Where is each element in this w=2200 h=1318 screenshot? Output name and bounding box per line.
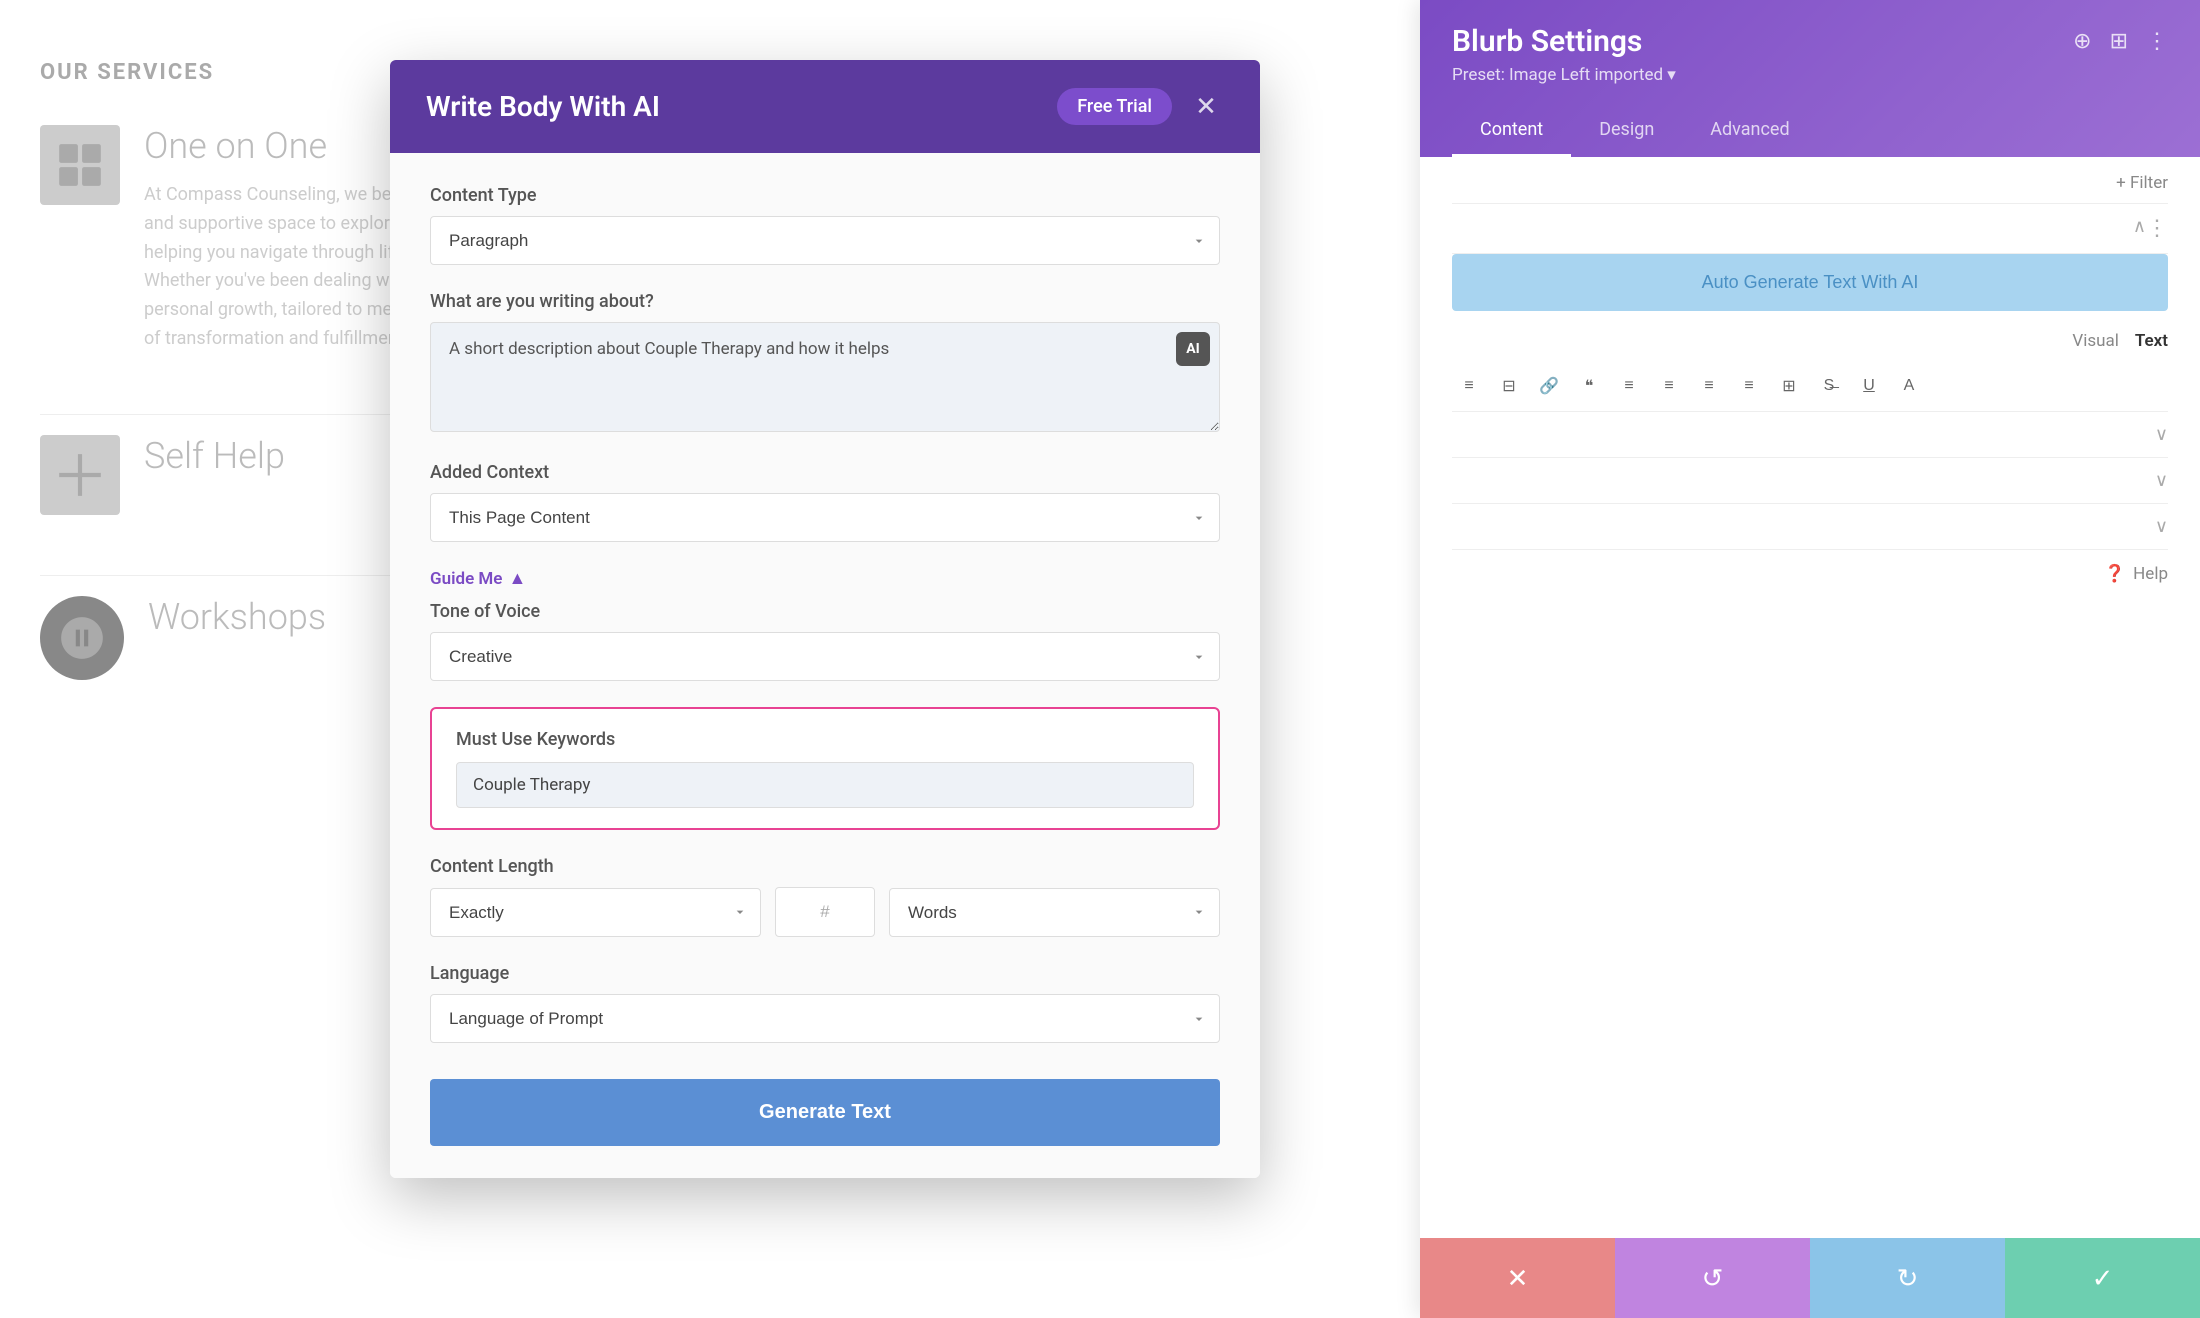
guide-me-link[interactable]: Guide Me ▲ xyxy=(430,568,526,589)
toolbar-underline[interactable]: U xyxy=(1852,369,1886,403)
tone-group: Tone of Voice Creative xyxy=(430,601,1220,681)
added-context-label: Added Context xyxy=(430,462,1220,483)
confirm-button[interactable]: ✓ xyxy=(2005,1238,2200,1318)
blurb-header-icons: ⊕ ⊞ ⋮ xyxy=(2073,29,2168,54)
bottom-action-bar: ✕ ↺ ↻ ✓ xyxy=(1420,1238,2200,1318)
auto-generate-button[interactable]: Auto Generate Text With AI xyxy=(1452,254,2168,311)
toolbar-strikethrough[interactable]: S̶ xyxy=(1812,369,1846,403)
tone-select[interactable]: Creative xyxy=(430,632,1220,681)
undo-button[interactable]: ↺ xyxy=(1615,1238,1810,1318)
free-trial-badge: Free Trial xyxy=(1057,88,1172,125)
one-on-one-icon xyxy=(40,125,120,205)
more-icon[interactable]: ⋮ xyxy=(2146,29,2168,54)
help-icon: ❓ xyxy=(2104,564,2125,584)
content-length-label: Content Length xyxy=(430,856,1220,877)
content-type-select[interactable]: Paragraph xyxy=(430,216,1220,265)
filter-button[interactable]: + Filter xyxy=(2116,173,2168,193)
guide-me-label: Guide Me xyxy=(430,569,502,589)
writing-about-group: What are you writing about? A short desc… xyxy=(430,291,1220,436)
ai-modal-header: Write Body With AI Free Trial ✕ xyxy=(390,60,1260,153)
blurb-content: + Filter ∧ ⋮ Auto Generate Text With AI … xyxy=(1420,157,2200,1315)
tab-advanced[interactable]: Advanced xyxy=(1682,105,1817,157)
writing-about-wrapper: A short description about Couple Therapy… xyxy=(430,322,1220,436)
grid-icon[interactable]: ⊞ xyxy=(2110,29,2128,54)
words-select[interactable]: Words xyxy=(889,888,1220,937)
collapse-row-4: ∨ xyxy=(1452,504,2168,550)
count-input[interactable] xyxy=(775,887,875,937)
content-length-row: Exactly Words xyxy=(430,887,1220,937)
text-toggle[interactable]: Text xyxy=(2135,331,2168,351)
added-context-select[interactable]: This Page Content xyxy=(430,493,1220,542)
cancel-button[interactable]: ✕ xyxy=(1420,1238,1615,1318)
toolbar-text-color[interactable]: A xyxy=(1892,369,1926,403)
collapse-row-1: ∧ ⋮ xyxy=(1452,204,2168,254)
tone-label: Tone of Voice xyxy=(430,601,1220,622)
workshops-content: Workshops xyxy=(148,596,326,652)
close-modal-button[interactable]: ✕ xyxy=(1188,89,1224,125)
keywords-section: Must Use Keywords xyxy=(430,707,1220,830)
language-group: Language Language of Prompt xyxy=(430,963,1220,1043)
self-help-icon xyxy=(40,435,120,515)
blurb-title: Blurb Settings xyxy=(1452,24,1642,59)
generate-text-button[interactable]: Generate Text xyxy=(430,1079,1220,1146)
workshops-icon xyxy=(40,596,124,680)
self-help-title: Self Help xyxy=(144,435,285,477)
ai-corner-icon: AI xyxy=(1176,332,1210,366)
visual-toggle[interactable]: Visual xyxy=(2072,331,2118,351)
content-length-group: Content Length Exactly Words xyxy=(430,856,1220,937)
keywords-label: Must Use Keywords xyxy=(456,729,1194,750)
workshops-title: Workshops xyxy=(148,596,326,638)
toolbar-align-justify[interactable]: ≡ xyxy=(1732,369,1766,403)
chevron-up-icon[interactable]: ∧ xyxy=(2133,216,2146,241)
toolbar-quote[interactable]: ❝ xyxy=(1572,369,1606,403)
collapse-row-2: ∨ xyxy=(1452,412,2168,458)
toolbar-table[interactable]: ⊞ xyxy=(1772,369,1806,403)
chevron-down-icon-3[interactable]: ∨ xyxy=(2155,470,2168,491)
ai-writing-modal: Write Body With AI Free Trial ✕ Content … xyxy=(390,60,1260,1178)
content-type-label: Content Type xyxy=(430,185,1220,206)
help-row: ❓ Help xyxy=(1452,550,2168,598)
language-select[interactable]: Language of Prompt xyxy=(430,994,1220,1043)
blurb-header-top: Blurb Settings ⊕ ⊞ ⋮ xyxy=(1452,24,2168,59)
writing-about-label: What are you writing about? xyxy=(430,291,1220,312)
collapse-row-3: ∨ xyxy=(1452,458,2168,504)
ai-modal-title: Write Body With AI xyxy=(426,90,660,123)
ai-modal-header-right: Free Trial ✕ xyxy=(1057,88,1224,125)
keywords-input[interactable] xyxy=(456,762,1194,808)
added-context-group: Added Context This Page Content xyxy=(430,462,1220,542)
blurb-preset[interactable]: Preset: Image Left imported ▾ xyxy=(1452,65,2168,85)
blurb-tabs: Content Design Advanced xyxy=(1452,105,2168,157)
filter-bar: + Filter xyxy=(1452,157,2168,204)
toolbar-link[interactable]: 🔗 xyxy=(1532,369,1566,403)
visual-text-toggle: Visual Text xyxy=(1452,321,2168,361)
chevron-down-icon-2[interactable]: ∨ xyxy=(2155,424,2168,445)
blurb-header: Blurb Settings ⊕ ⊞ ⋮ Preset: Image Left … xyxy=(1420,0,2200,157)
editor-toolbar: ≡ ⊟ 🔗 ❝ ≡ ≡ ≡ ≡ ⊞ S̶ U A xyxy=(1452,361,2168,412)
ai-modal-body: Content Type Paragraph What are you writ… xyxy=(390,153,1260,1178)
redo-button[interactable]: ↻ xyxy=(1810,1238,2005,1318)
blurb-settings-panel: Blurb Settings ⊕ ⊞ ⋮ Preset: Image Left … xyxy=(1420,0,2200,1318)
tab-design[interactable]: Design xyxy=(1571,105,1682,157)
tab-content[interactable]: Content xyxy=(1452,105,1571,157)
toolbar-ordered-list[interactable]: ⊟ xyxy=(1492,369,1526,403)
language-label: Language xyxy=(430,963,1220,984)
toolbar-align-center[interactable]: ≡ xyxy=(1652,369,1686,403)
guide-me-arrow-icon: ▲ xyxy=(508,568,526,589)
self-help-content: Self Help xyxy=(144,435,285,491)
target-icon[interactable]: ⊕ xyxy=(2073,29,2091,54)
more-options-icon[interactable]: ⋮ xyxy=(2146,216,2168,241)
writing-about-textarea[interactable]: A short description about Couple Therapy… xyxy=(430,322,1220,432)
content-type-group: Content Type Paragraph xyxy=(430,185,1220,265)
help-label: Help xyxy=(2133,564,2168,584)
toolbar-unordered-list[interactable]: ≡ xyxy=(1452,369,1486,403)
chevron-down-icon-4[interactable]: ∨ xyxy=(2155,516,2168,537)
toolbar-align-left[interactable]: ≡ xyxy=(1612,369,1646,403)
toolbar-align-right[interactable]: ≡ xyxy=(1692,369,1726,403)
exactly-select[interactable]: Exactly xyxy=(430,888,761,937)
